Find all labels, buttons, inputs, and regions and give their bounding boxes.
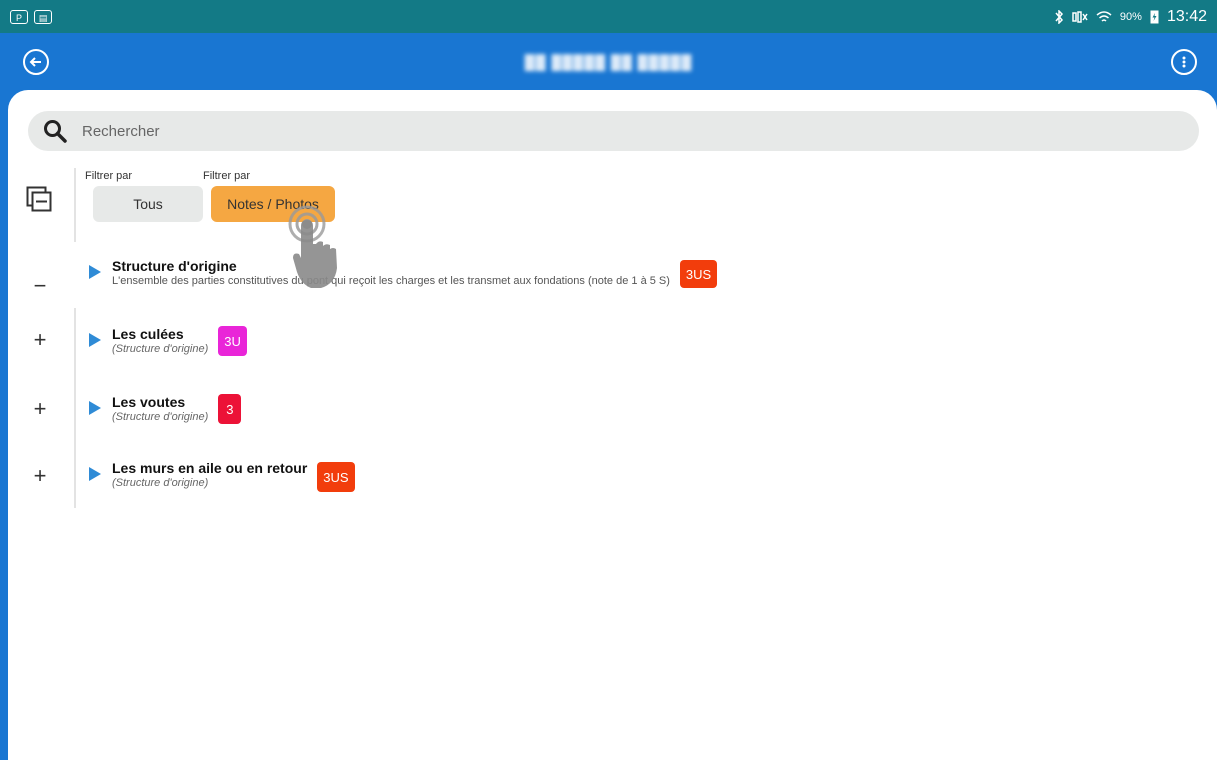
- play-icon: [89, 467, 101, 481]
- search-bar[interactable]: [28, 111, 1199, 151]
- rating-badge[interactable]: 3U: [218, 326, 247, 356]
- row-title: Les voutes: [112, 394, 186, 410]
- search-icon: [44, 120, 67, 143]
- row-parent-label: (Structure d'origine): [112, 343, 209, 355]
- content-panel: − + + + Filtrer par Tous Filtrer par Not…: [8, 90, 1217, 760]
- expand-row-button[interactable]: +: [30, 465, 50, 487]
- tree-row[interactable]: Les culées (Structure d'origine) 3U: [88, 326, 247, 356]
- battery-icon: [1150, 10, 1159, 24]
- row-title: Les culées: [112, 326, 184, 342]
- rating-badge[interactable]: 3: [218, 394, 242, 424]
- row-parent-label: (Structure d'origine): [112, 477, 209, 489]
- play-icon: [89, 401, 101, 415]
- row-title: Structure d'origine: [112, 258, 237, 274]
- filter-all-group: Filtrer par Tous: [85, 170, 203, 222]
- notification-icon: P: [10, 9, 28, 24]
- bluetooth-icon: [1055, 9, 1063, 24]
- more-options-icon[interactable]: [1171, 48, 1197, 75]
- expand-row-button[interactable]: +: [30, 398, 50, 420]
- filter-label: Filtrer par: [85, 170, 133, 182]
- row-title: Les murs en aile ou en retour: [112, 460, 308, 476]
- tree-row[interactable]: Structure d'origine L'ensemble des parti…: [88, 258, 718, 288]
- collapse-all-icon[interactable]: [26, 186, 52, 212]
- status-bar: P ▤ 90% 13:42: [0, 0, 1217, 33]
- app-bar: ██ █████ ██ █████: [0, 33, 1217, 90]
- filter-label: Filtrer par: [203, 170, 251, 182]
- divider: [74, 168, 76, 242]
- expand-row-button[interactable]: +: [30, 329, 50, 351]
- tree-row[interactable]: Les voutes (Structure d'origine) 3: [88, 394, 242, 424]
- tree-row[interactable]: Les murs en aile ou en retour (Structure…: [88, 460, 355, 492]
- notification-icon: ▤: [34, 9, 52, 24]
- play-icon: [89, 265, 101, 279]
- mute-icon: [1072, 10, 1088, 23]
- tap-indicator-icon: [288, 205, 337, 288]
- row-parent-label: (Structure d'origine): [112, 411, 209, 423]
- left-rail: [8, 170, 74, 590]
- filter-all-button[interactable]: Tous: [93, 186, 203, 222]
- rating-badge[interactable]: 3US: [679, 260, 718, 288]
- wifi-icon: [1096, 10, 1112, 22]
- search-input[interactable]: [80, 121, 1084, 141]
- back-arrow-icon[interactable]: [23, 48, 49, 75]
- page-title: ██ █████ ██ █████: [524, 53, 693, 70]
- play-icon: [89, 333, 101, 347]
- battery-level: 90%: [1119, 10, 1142, 23]
- row-description: L'ensemble des parties constitutives du …: [112, 275, 670, 287]
- clock: 13:42: [1166, 7, 1207, 25]
- divider: [74, 308, 76, 508]
- collapse-row-button[interactable]: −: [30, 275, 50, 297]
- rating-badge[interactable]: 3US: [317, 462, 355, 492]
